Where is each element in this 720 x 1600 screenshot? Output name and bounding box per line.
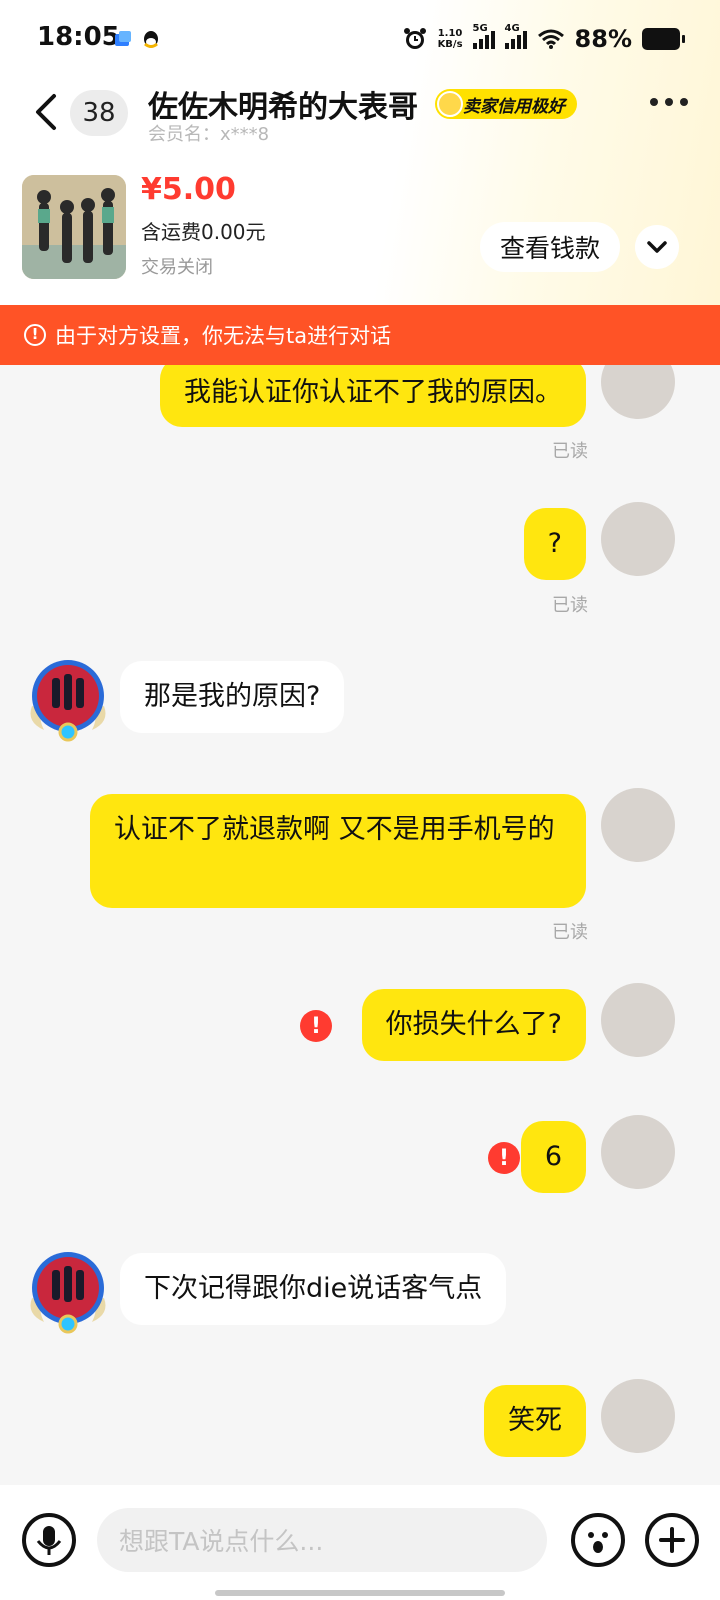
message-bubble[interactable]: 你损失什么了? xyxy=(361,989,586,1061)
shipping-fee: 含运费0.00元 xyxy=(141,220,266,244)
avatar[interactable] xyxy=(601,502,675,576)
network-speed: 1.10 KB/s xyxy=(438,28,463,50)
credit-badge[interactable]: 卖家信用极好 xyxy=(435,89,577,119)
avatar[interactable] xyxy=(601,1115,675,1189)
alert-icon xyxy=(24,324,46,346)
message-bubble[interactable]: 那是我的原因? xyxy=(120,661,345,733)
error-icon[interactable]: ! xyxy=(300,1010,332,1042)
mic-icon[interactable] xyxy=(22,1513,76,1567)
signal-5g-label: 5G xyxy=(472,23,488,34)
chat-blocked-banner: 由于对方设置，你无法与ta进行对话 xyxy=(0,305,720,365)
avatar[interactable] xyxy=(22,652,114,744)
message-bubble[interactable]: 6 xyxy=(520,1121,586,1193)
plus-icon[interactable] xyxy=(645,1513,699,1567)
error-icon[interactable]: ! xyxy=(488,1142,520,1174)
message-bubble[interactable]: 笑死 xyxy=(484,1385,586,1457)
alarm-icon xyxy=(403,28,426,49)
credit-badge-label: 卖家信用极好 xyxy=(463,96,565,117)
status-time: 18:05 xyxy=(37,22,120,52)
trade-status: 交易关闭 xyxy=(141,257,213,278)
qq-icon xyxy=(144,31,158,48)
read-receipt: 已读 xyxy=(552,441,588,462)
message-bubble[interactable]: ? xyxy=(523,508,586,580)
status-bar: 18:05 1.10 KB/s 5G 4G 88% xyxy=(0,0,720,80)
emoji-icon[interactable] xyxy=(571,1513,625,1567)
product-price: ¥5.00 xyxy=(141,172,236,207)
member-name: 会员名：x***8 xyxy=(148,124,270,145)
view-payment-button[interactable]: 查看钱款 xyxy=(480,222,620,272)
home-indicator[interactable] xyxy=(215,1590,505,1596)
avatar[interactable] xyxy=(601,788,675,862)
avatar[interactable] xyxy=(601,1379,675,1453)
signal-4g-label: 4G xyxy=(504,23,520,34)
back-icon[interactable] xyxy=(28,90,68,134)
message-bubble[interactable]: 认证不了就退款啊 又不是用手机号的 xyxy=(90,794,586,908)
wifi-icon xyxy=(537,29,564,49)
network-speed-value: 1.10 xyxy=(437,28,463,39)
avatar[interactable] xyxy=(601,983,675,1057)
more-icon[interactable] xyxy=(650,98,688,106)
status-right: 1.10 KB/s 5G 4G 88% xyxy=(402,22,685,56)
battery-icon xyxy=(642,28,685,50)
product-thumbnail[interactable] xyxy=(22,175,126,279)
signal-5g-icon: 5G xyxy=(472,23,495,49)
battery-percent: 88% xyxy=(574,25,632,53)
banner-text: 由于对方设置，你无法与ta进行对话 xyxy=(55,324,392,348)
network-speed-unit: KB/s xyxy=(437,39,463,50)
message-input[interactable]: 想跟TA说点什么... xyxy=(97,1508,547,1572)
heart-eyes-emoji-icon xyxy=(437,91,463,117)
app-notification-icon xyxy=(115,31,131,46)
unread-count-badge[interactable]: 38 xyxy=(70,90,128,136)
signal-4g-icon: 4G xyxy=(504,23,527,49)
read-receipt: 已读 xyxy=(552,595,588,616)
avatar[interactable] xyxy=(22,1244,114,1336)
message-bubble[interactable]: 我能认证你认证不了我的原因。 xyxy=(160,365,586,427)
chat-list[interactable]: 我能认证你认证不了我的原因。 已读 ? 已读 那是我的原因? 认证不了就退款啊 … xyxy=(0,365,720,1485)
message-bubble[interactable]: 下次记得跟你die说话客气点 xyxy=(120,1253,507,1325)
read-receipt: 已读 xyxy=(552,922,588,943)
input-bar: 想跟TA说点什么... xyxy=(0,1485,720,1600)
avatar[interactable] xyxy=(601,365,675,419)
chevron-down-icon[interactable] xyxy=(635,225,679,269)
